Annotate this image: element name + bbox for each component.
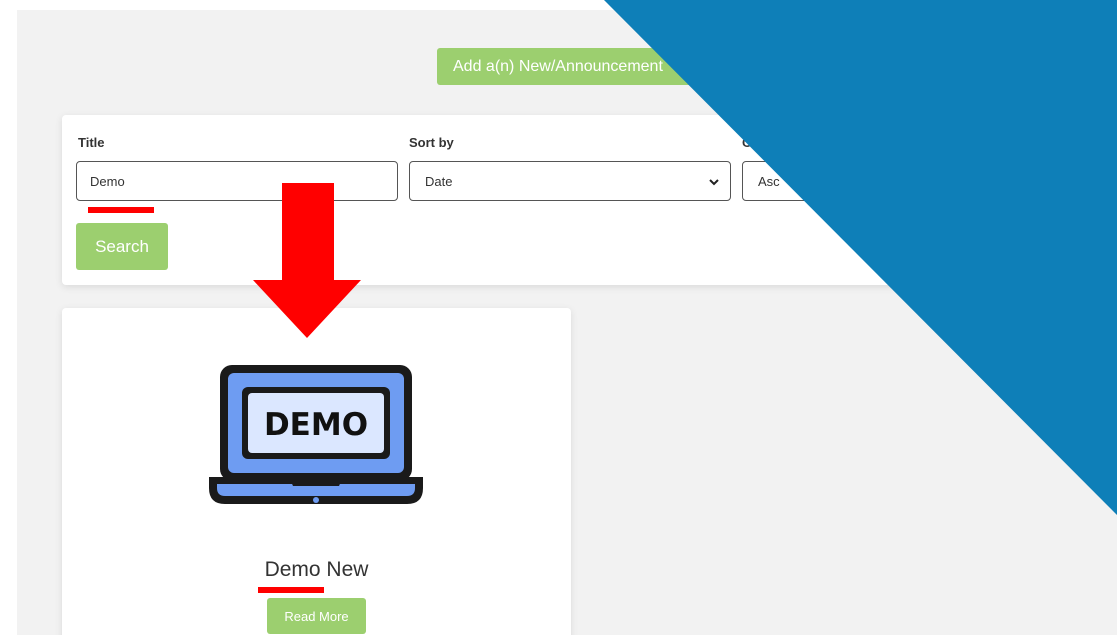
down-arrow-annotation — [253, 183, 361, 338]
demo-laptop-icon: DEMO — [209, 365, 423, 504]
title-input-underline-annotation — [88, 207, 154, 213]
demo-icon-label: DEMO — [264, 407, 368, 443]
result-card: DEMO Demo New Read More — [62, 308, 571, 635]
result-title[interactable]: Demo New — [62, 558, 571, 582]
chevron-down-icon — [709, 179, 719, 186]
sort-by-label: Sort by — [409, 135, 454, 150]
result-title-underline-annotation — [258, 587, 324, 593]
search-button[interactable]: Search — [76, 223, 168, 270]
order-label: O — [742, 135, 753, 150]
add-announcement-button[interactable]: Add a(n) New/Announcement — [437, 48, 717, 85]
order-select[interactable]: Asc — [742, 161, 942, 201]
page: Add a(n) New/Announcement Title Sort by … — [0, 0, 1117, 635]
sort-by-selected-value: Date — [425, 174, 453, 189]
order-selected-value: Asc — [758, 174, 780, 189]
sort-by-select[interactable]: Date — [409, 161, 731, 201]
filter-panel: Title Sort by Date O Asc Search — [62, 115, 982, 285]
read-more-button[interactable]: Read More — [267, 598, 366, 634]
title-field-label: Title — [78, 135, 105, 150]
